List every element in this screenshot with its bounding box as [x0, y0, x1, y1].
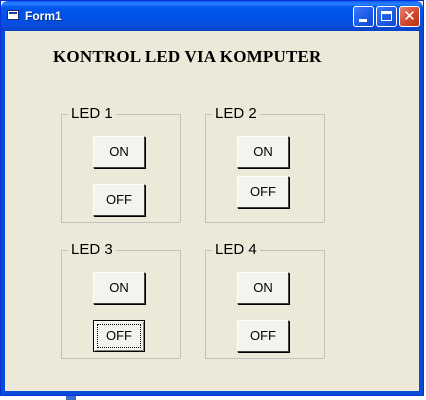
led3-on-button[interactable]: ON — [93, 272, 145, 304]
led4-group-label: LED 4 — [212, 241, 260, 258]
window-title: Form1 — [25, 9, 62, 23]
maximize-icon — [381, 11, 392, 21]
led2-off-button[interactable]: OFF — [237, 176, 289, 208]
led2-groupbox: LED 2 ON OFF — [205, 105, 325, 223]
form-window: Form1 ✕ KONTROL LED VIA KOMPUTER LED 1 O… — [0, 0, 424, 397]
led1-off-button[interactable]: OFF — [93, 184, 145, 216]
maximize-button[interactable] — [376, 6, 397, 27]
title-bar[interactable]: Form1 ✕ — [1, 1, 423, 31]
led1-groupbox: LED 1 ON OFF — [61, 105, 181, 223]
window-border-bottom — [1, 391, 423, 395]
led1-group-label: LED 1 — [68, 105, 116, 122]
minimize-icon — [359, 19, 367, 22]
led4-on-button[interactable]: ON — [237, 272, 289, 304]
window-border-right — [419, 31, 423, 397]
led4-off-button[interactable]: OFF — [237, 320, 289, 352]
close-button[interactable]: ✕ — [399, 6, 420, 27]
led2-group-label: LED 2 — [212, 105, 260, 122]
led3-groupbox: LED 3 ON OFF — [61, 241, 181, 359]
close-icon: ✕ — [403, 7, 416, 25]
taskbar-edge — [0, 396, 426, 400]
minimize-button[interactable] — [353, 6, 374, 27]
led1-on-button[interactable]: ON — [93, 136, 145, 168]
window-border-left — [1, 31, 5, 397]
led3-off-button[interactable]: OFF — [93, 320, 145, 352]
page-title: KONTROL LED VIA KOMPUTER — [53, 47, 322, 66]
led4-groupbox: LED 4 ON OFF — [205, 241, 325, 359]
led2-on-button[interactable]: ON — [237, 136, 289, 168]
app-icon[interactable] — [7, 10, 19, 20]
led3-group-label: LED 3 — [68, 241, 116, 258]
